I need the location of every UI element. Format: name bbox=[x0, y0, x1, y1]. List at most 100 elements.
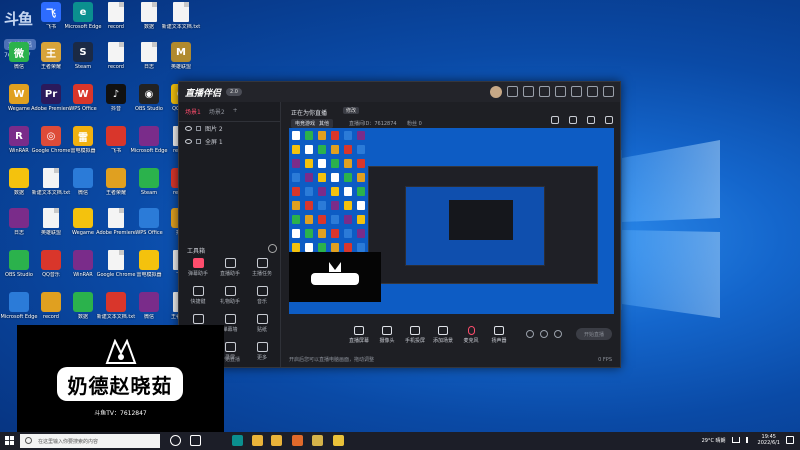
message-icon[interactable] bbox=[507, 86, 518, 97]
desktop-icon[interactable]: QQ音乐 bbox=[34, 250, 68, 290]
desktop-icon[interactable]: Microsoft Edge bbox=[131, 126, 167, 166]
close-icon[interactable] bbox=[603, 86, 614, 97]
desktop-icon[interactable]: 飞飞书 bbox=[34, 2, 68, 42]
app-icon bbox=[9, 250, 29, 270]
desktop-icon[interactable]: 数据 bbox=[2, 168, 36, 208]
desktop-icon[interactable]: 飞书 bbox=[99, 126, 133, 166]
desktop-icon[interactable]: R WinRAR bbox=[2, 126, 36, 166]
tool-item[interactable]: 音乐 bbox=[247, 286, 277, 312]
desktop-icon[interactable]: 日志 bbox=[2, 208, 36, 248]
avatar[interactable] bbox=[490, 86, 502, 98]
desktop-icon[interactable]: Pr Adobe Premiere bbox=[31, 84, 71, 124]
title-bar[interactable]: 直播伴侣 2.0 bbox=[179, 82, 620, 102]
layer-row[interactable]: 图片 2 bbox=[179, 122, 280, 135]
desktop-icon[interactable]: 数据 bbox=[132, 2, 166, 42]
desktop-icon[interactable]: record bbox=[99, 2, 133, 42]
toolbox-settings-icon[interactable] bbox=[268, 244, 277, 253]
desktop-icon[interactable]: Google Chrome bbox=[97, 250, 135, 290]
tool-item[interactable]: 更多 bbox=[247, 342, 277, 368]
maximize-icon[interactable] bbox=[587, 86, 598, 97]
taskbar-search-input[interactable]: 在这里输入你要搜索的内容 bbox=[20, 434, 160, 448]
tool-item[interactable]: 快捷键 bbox=[183, 286, 213, 312]
desktop-icon[interactable]: Wegame bbox=[66, 208, 100, 248]
notification-center-icon[interactable] bbox=[786, 436, 794, 444]
preview-mini-icon bbox=[318, 229, 326, 238]
desktop-icon[interactable]: 雷电模拟器 bbox=[132, 250, 166, 290]
notification-icon[interactable] bbox=[587, 116, 595, 124]
desktop-icon[interactable]: 日志 bbox=[132, 42, 166, 82]
live-companion-taskbar-icon[interactable] bbox=[292, 435, 303, 446]
edge-taskbar-icon[interactable] bbox=[232, 435, 243, 446]
desktop-icon[interactable]: Steam bbox=[132, 168, 166, 208]
desktop-icon[interactable]: WinRAR bbox=[66, 250, 100, 290]
desktop-icon[interactable]: 雷雷电模拟器 bbox=[66, 126, 100, 166]
desktop-icon[interactable]: e Microsoft Edge bbox=[65, 2, 101, 42]
task-view-icon[interactable] bbox=[190, 435, 201, 446]
option-icon[interactable] bbox=[554, 330, 562, 338]
tool-item[interactable]: 礼物助手 bbox=[215, 286, 245, 312]
eye-icon[interactable] bbox=[185, 126, 192, 131]
control-button[interactable]: 扬声器 bbox=[486, 326, 512, 344]
subcategory-button[interactable]: 其他 bbox=[315, 119, 334, 128]
desktop-icon[interactable]: 微信 bbox=[66, 168, 100, 208]
shop-icon[interactable] bbox=[551, 116, 559, 124]
gift-icon[interactable] bbox=[539, 86, 550, 97]
layer-row[interactable]: 全屏 1 bbox=[179, 135, 280, 148]
weather-widget[interactable]: 29°C 晴朗 bbox=[702, 437, 726, 444]
clock[interactable]: 19:45 2022/6/1 bbox=[758, 434, 780, 446]
control-button[interactable]: 摄像头 bbox=[374, 326, 400, 344]
desktop-icon[interactable]: 新建文本文档.txt bbox=[32, 168, 70, 208]
desktop-icon[interactable]: 王者荣耀 bbox=[99, 168, 133, 208]
desktop-icon[interactable]: W Wegame bbox=[2, 84, 36, 124]
desktop-icon[interactable]: WPS Office bbox=[132, 208, 166, 248]
control-button[interactable]: 直播屏幕 bbox=[346, 326, 372, 344]
tool-item[interactable]: 直播助手 bbox=[215, 258, 245, 284]
desktop-icon[interactable]: W WPS Office bbox=[66, 84, 100, 124]
volume-icon[interactable] bbox=[745, 437, 752, 443]
eye-icon[interactable] bbox=[185, 139, 192, 144]
file-explorer-icon[interactable] bbox=[252, 435, 263, 446]
tool-item[interactable]: 主播任务 bbox=[247, 258, 277, 284]
share-icon[interactable] bbox=[605, 116, 613, 124]
desktop-icon[interactable]: 微微信 bbox=[2, 42, 36, 82]
desktop-icon[interactable]: ◎ Google Chrome bbox=[32, 126, 70, 166]
tab-scene-1[interactable]: 场景1 bbox=[185, 107, 201, 116]
control-button[interactable]: 添加场景 bbox=[430, 326, 456, 344]
gift-box-icon[interactable] bbox=[569, 116, 577, 124]
live-preview[interactable] bbox=[289, 128, 614, 314]
live-companion-window[interactable]: 直播伴侣 2.0 场景1 场景2 + 图片 2 全屏 1 工具箱 弹幕助手 直播… bbox=[178, 81, 621, 368]
settings-icon[interactable] bbox=[555, 86, 566, 97]
desktop-icon[interactable]: OBS Studio bbox=[2, 250, 36, 290]
desktop-icon[interactable]: 新建文本文档.txt bbox=[162, 2, 200, 42]
lock-icon[interactable] bbox=[196, 126, 201, 131]
lock-icon[interactable] bbox=[196, 139, 201, 144]
douyu-taskbar-icon[interactable] bbox=[333, 435, 344, 446]
option-icon[interactable] bbox=[540, 330, 548, 338]
network-icon[interactable] bbox=[731, 437, 740, 443]
start-live-button[interactable]: 开始直播 bbox=[576, 328, 612, 340]
minimize-icon[interactable] bbox=[571, 86, 582, 97]
windows-start-icon[interactable] bbox=[5, 436, 14, 445]
edit-title-button[interactable]: 修改 bbox=[343, 107, 360, 114]
desktop-icon[interactable]: S Steam bbox=[66, 42, 100, 82]
desktop-icon[interactable]: Adobe Premiere bbox=[96, 208, 136, 248]
record-icon[interactable] bbox=[523, 86, 534, 97]
control-label: 摄像头 bbox=[379, 338, 395, 344]
desktop-icon[interactable]: ♪ 抖音 bbox=[99, 84, 133, 124]
add-scene-button[interactable]: + bbox=[233, 107, 238, 116]
preview-nested-window-3 bbox=[449, 200, 513, 240]
tool-item[interactable]: 贴纸 bbox=[247, 314, 277, 340]
control-button[interactable]: 手机投屏 bbox=[402, 326, 428, 344]
desktop-icon[interactable]: M 英雄联盟 bbox=[164, 42, 198, 82]
control-button[interactable]: 麦克风 bbox=[458, 326, 484, 344]
cortana-icon[interactable] bbox=[170, 435, 181, 446]
desktop-icon[interactable]: record bbox=[99, 42, 133, 82]
desktop-icon[interactable]: 王王者荣耀 bbox=[34, 42, 68, 82]
tab-scene-2[interactable]: 场景2 bbox=[209, 107, 225, 116]
tool-item[interactable]: 弹幕助手 bbox=[183, 258, 213, 284]
app-taskbar-icon[interactable] bbox=[312, 435, 323, 446]
folder-icon[interactable] bbox=[271, 435, 282, 446]
option-icon[interactable] bbox=[526, 330, 534, 338]
desktop-icon[interactable]: ◉ OBS Studio bbox=[132, 84, 166, 124]
desktop-icon[interactable]: 英雄联盟 bbox=[34, 208, 68, 248]
